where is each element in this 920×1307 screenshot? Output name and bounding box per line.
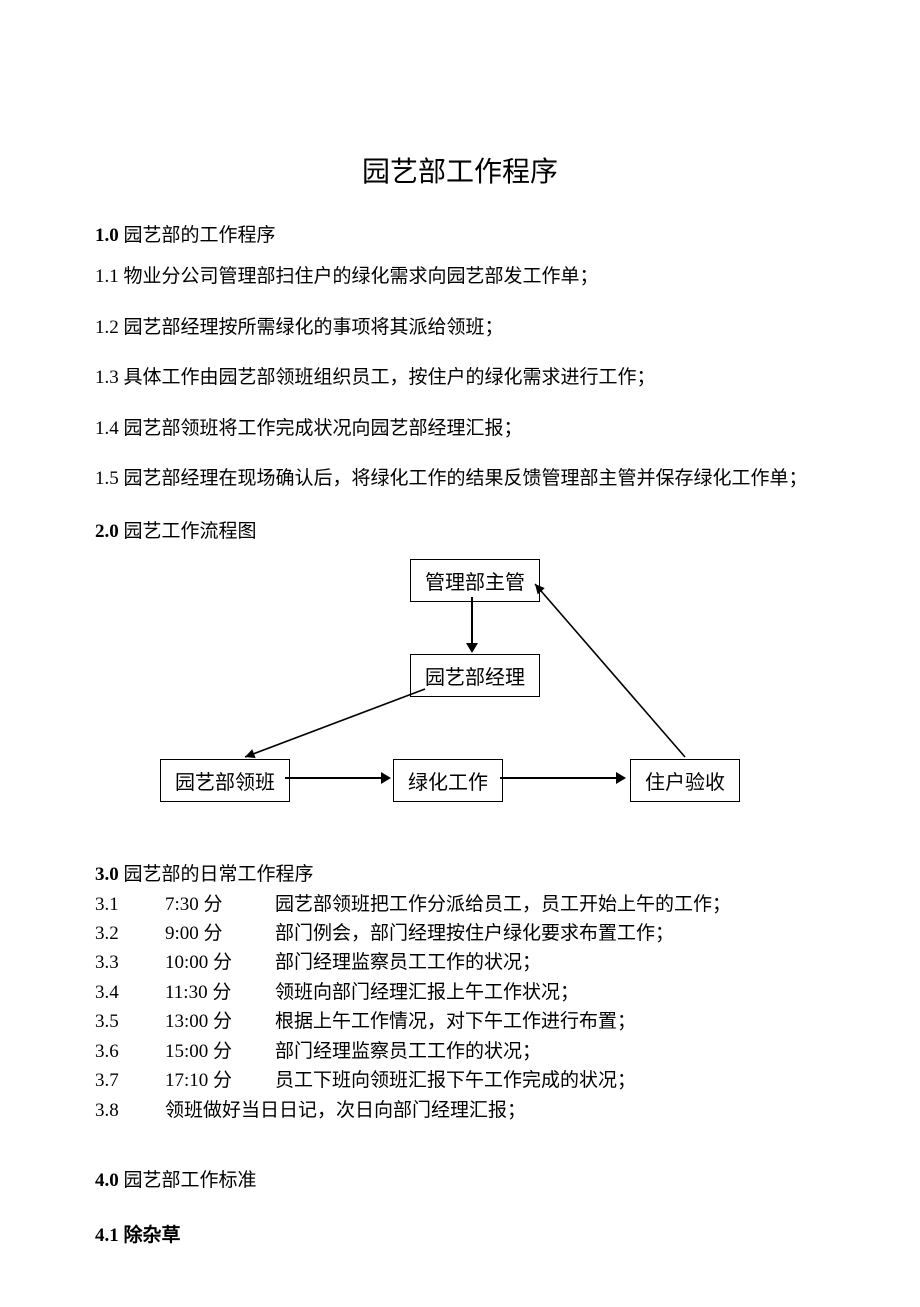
item-1-2: 1.2 园艺部经理按所需绿化的事项将其派给领班； — [95, 314, 825, 343]
section-2-title: 园艺工作流程图 — [119, 521, 257, 542]
schedule-row-last: 3.8领班做好当日日记，次日向部门经理汇报； — [95, 1096, 825, 1125]
flow-diagonal-arrows — [140, 559, 780, 829]
section-4-1-heading: 4.1 除杂草 — [95, 1220, 825, 1247]
item-1-3: 1.3 具体工作由园艺部领班组织员工，按住户的绿化需求进行工作； — [95, 364, 825, 393]
item-1-4: 1.4 园艺部领班将工作完成状况向园艺部经理汇报； — [95, 415, 825, 444]
section-3-title: 园艺部的日常工作程序 — [119, 864, 314, 885]
schedule-list: 3.17:30 分园艺部领班把工作分派给员工，员工开始上午的工作； 3.29:0… — [95, 890, 825, 1126]
document-page: 园艺部工作程序 1.0 园艺部的工作程序 1.1 物业分公司管理部扫住户的绿化需… — [0, 0, 920, 1307]
schedule-row: 3.29:00 分部门例会，部门经理按住户绿化要求布置工作； — [95, 919, 825, 948]
section-3-number: 3.0 — [95, 864, 119, 885]
section-2-heading: 2.0 园艺工作流程图 — [95, 516, 825, 543]
section-1-heading: 1.0 园艺部的工作程序 — [95, 220, 825, 247]
page-title: 园艺部工作程序 — [95, 150, 825, 190]
item-1-5: 1.5 园艺部经理在现场确认后，将绿化工作的结果反馈管理部主管并保存绿化工作单； — [95, 465, 825, 494]
flowchart: 管理部主管 园艺部经理 园艺部领班 绿化工作 住户验收 — [140, 559, 780, 829]
section-1-title: 园艺部的工作程序 — [119, 225, 276, 246]
section-2-number: 2.0 — [95, 521, 119, 542]
section-4-number: 4.0 — [95, 1170, 119, 1191]
schedule-row: 3.513:00 分根据上午工作情况，对下午工作进行布置； — [95, 1007, 825, 1036]
section-1-number: 1.0 — [95, 225, 119, 246]
section-4-heading: 4.0 园艺部工作标准 — [95, 1165, 825, 1192]
section-4-title: 园艺部工作标准 — [119, 1170, 257, 1191]
item-1-1: 1.1 物业分公司管理部扫住户的绿化需求向园艺部发工作单； — [95, 263, 825, 292]
schedule-row: 3.17:30 分园艺部领班把工作分派给员工，员工开始上午的工作； — [95, 890, 825, 919]
schedule-row: 3.310:00 分部门经理监察员工工作的状况； — [95, 948, 825, 977]
schedule-row: 3.717:10 分员工下班向领班汇报下午工作完成的状况； — [95, 1066, 825, 1095]
section-3-heading: 3.0 园艺部的日常工作程序 — [95, 859, 825, 886]
schedule-row: 3.615:00 分部门经理监察员工工作的状况； — [95, 1037, 825, 1066]
schedule-row: 3.411:30 分领班向部门经理汇报上午工作状况； — [95, 978, 825, 1007]
